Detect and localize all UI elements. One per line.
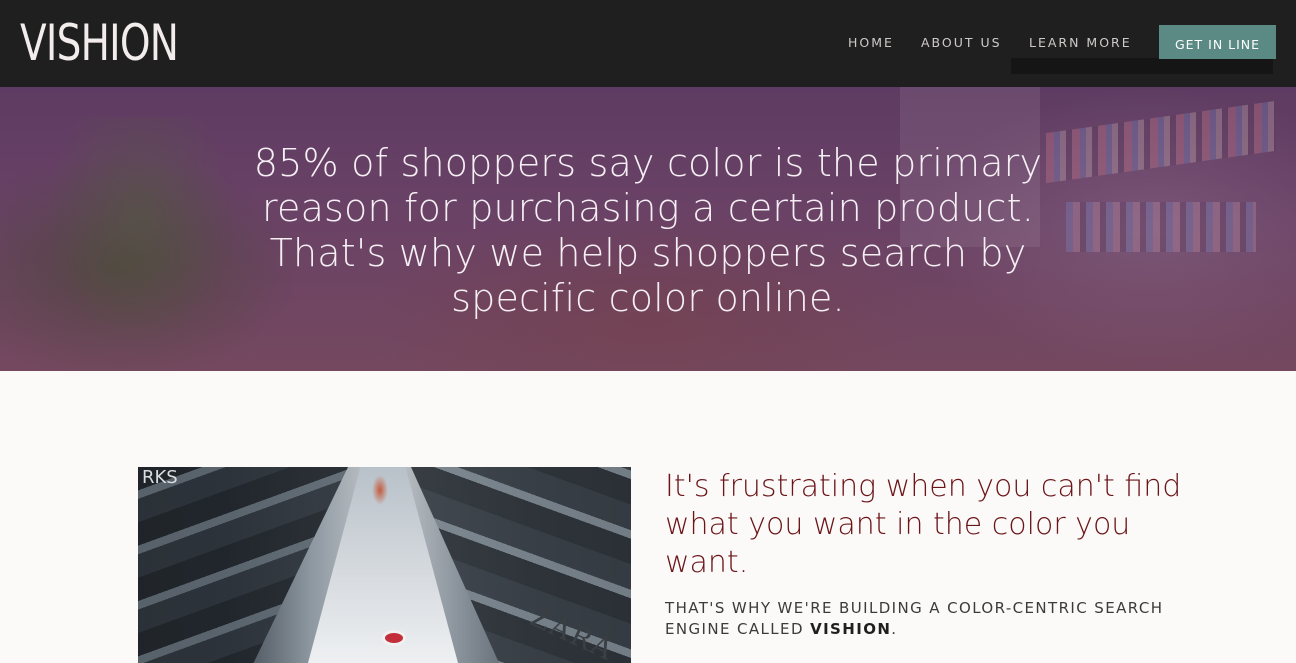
- subtext-prefix: THAT'S WHY WE'RE BUILDING A COLOR-CENTRI…: [665, 599, 1164, 638]
- subtext-brand: VISHION: [810, 620, 892, 638]
- hero-banner: 85% of shoppers say color is the primary…: [0, 87, 1296, 371]
- site-logo[interactable]: VISHION: [20, 14, 179, 72]
- shopping-mall-photo: RKS ZARA: [138, 467, 631, 663]
- nav-about-link[interactable]: ABOUT US: [921, 35, 1002, 50]
- mall-planter: [382, 630, 406, 646]
- section-headline: It's frustrating when you can't find wha…: [665, 469, 1182, 580]
- mall-store-sign-left: RKS: [142, 467, 178, 488]
- mall-tree: [372, 475, 388, 505]
- section-subtext: THAT'S WHY WE'RE BUILDING A COLOR-CENTRI…: [665, 598, 1185, 640]
- site-header: VISHION HOME ABOUT US LEARN MORE GET IN …: [0, 0, 1296, 87]
- nav-home-link[interactable]: HOME: [848, 35, 894, 50]
- get-in-line-button[interactable]: GET IN LINE: [1159, 25, 1276, 59]
- cta-shadow: [1011, 58, 1273, 74]
- hero-statement: 85% of shoppers say color is the primary…: [253, 141, 1043, 320]
- nav-learn-more-link[interactable]: LEARN MORE: [1029, 35, 1132, 50]
- subtext-suffix: .: [891, 620, 898, 638]
